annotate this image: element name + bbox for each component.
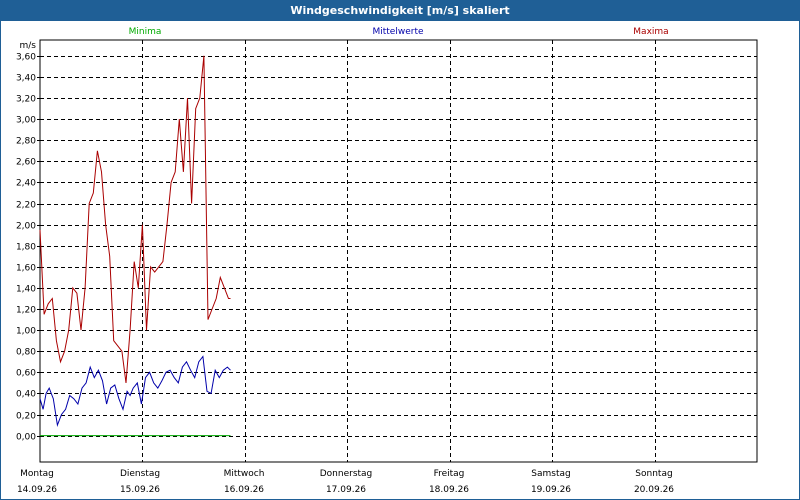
y-tick-label: 1,80 [16,243,36,253]
legend-maxima: Maxima [633,27,668,37]
y-tick-label: 0,00 [16,433,36,443]
x-tick-date-label: 18.09.26 [429,485,469,495]
y-tick-label: 2,20 [16,201,36,211]
y-axis-label: m/s [20,41,37,51]
plot-area [39,39,758,463]
x-tick-date-label: 19.09.26 [531,485,571,495]
y-tick-label: 2,80 [16,137,36,147]
x-tick-day-label: Mittwoch [224,469,265,479]
x-tick-date-label: 17.09.26 [326,485,366,495]
y-tick-label: 3,00 [16,116,36,126]
x-tick-day-label: Samstag [531,469,570,479]
y-tick-label: 3,20 [16,95,36,105]
legend-mittelwerte: Mittelwerte [372,27,423,37]
x-tick-date-label: 16.09.26 [224,485,264,495]
y-tick-label: 0,20 [16,412,36,422]
y-tick-label: 0,80 [16,348,36,358]
y-tick-label: 1,00 [16,327,36,337]
chart-svg: 0,00 0,20 0,40 0,60 0,80 1,00 1,20 1,40 1,60 1,80… [16,27,758,495]
x-tick-day-label: Dienstag [120,469,160,479]
y-tick-label: 2,00 [16,222,36,232]
y-tick-label: 0,60 [16,369,36,379]
y-tick-label: 2,60 [16,158,36,168]
y-tick-label: 0,40 [16,390,36,400]
y-tick-label: 1,60 [16,264,36,274]
x-tick-day-label: Sonntag [635,469,672,479]
x-tick-day-label: Donnerstag [320,469,373,479]
x-tick-date-label: 14.09.26 [17,485,57,495]
x-tick-date-label: 20.09.26 [634,485,674,495]
y-tick-label: 3,60 [16,53,36,63]
y-tick-label: 3,40 [16,74,36,84]
x-tick-date-label: 15.09.26 [120,485,160,495]
y-tick-label: 2,40 [16,179,36,189]
y-tick-label: 1,20 [16,306,36,316]
x-tick-day-label: Montag [20,469,54,479]
y-tick-label: 1,40 [16,285,36,295]
x-tick-day-label: Freitag [434,469,465,479]
legend-minima: Minima [129,27,162,37]
